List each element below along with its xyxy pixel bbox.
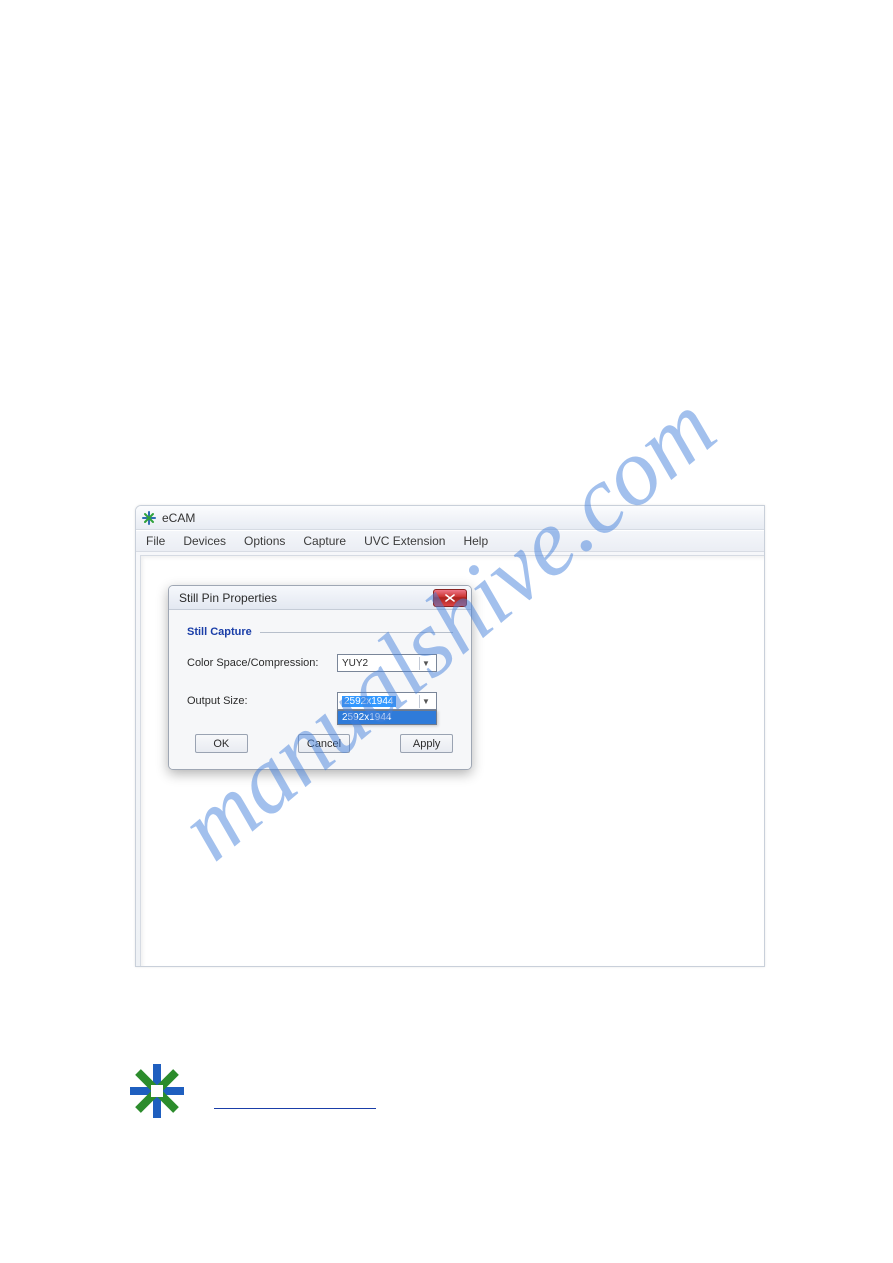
- menu-devices[interactable]: Devices: [183, 534, 226, 548]
- ok-button[interactable]: OK: [195, 734, 248, 753]
- ecam-title: eCAM: [162, 511, 195, 525]
- chevron-down-icon: ▼: [419, 695, 432, 708]
- label-color-space: Color Space/Compression:: [187, 657, 337, 669]
- page-footer: [128, 1062, 376, 1120]
- ecam-menubar: File Devices Options Capture UVC Extensi…: [136, 530, 764, 552]
- menu-uvc-extension[interactable]: UVC Extension: [364, 534, 445, 548]
- ecam-titlebar: eCAM: [136, 506, 764, 530]
- close-icon: [445, 594, 455, 602]
- dropdown-color-space-value: YUY2: [342, 658, 368, 669]
- dropdown-output-size-option[interactable]: 2592x1944: [338, 711, 436, 724]
- dialog-titlebar: Still Pin Properties: [169, 586, 471, 610]
- row-output-size: Output Size: 2592x1944 ▼ 2592x1944: [187, 692, 453, 710]
- ecam-window: eCAM File Devices Options Capture UVC Ex…: [135, 505, 765, 967]
- menu-capture[interactable]: Capture: [303, 534, 346, 548]
- menu-options[interactable]: Options: [244, 534, 285, 548]
- group-title: Still Capture: [187, 626, 252, 638]
- cancel-button[interactable]: Cancel: [298, 734, 351, 753]
- dialog-title: Still Pin Properties: [179, 591, 277, 605]
- dropdown-output-size[interactable]: 2592x1944 ▼: [337, 692, 437, 710]
- menu-help[interactable]: Help: [463, 534, 488, 548]
- footer-link-underline[interactable]: [214, 1108, 376, 1109]
- dialog-body: Still Capture Color Space/Compression: Y…: [169, 610, 471, 769]
- dialog-buttons: OK Cancel Apply: [187, 734, 453, 753]
- footer-logo-icon: [128, 1062, 186, 1120]
- group-header: Still Capture: [187, 626, 453, 638]
- dropdown-color-space[interactable]: YUY2 ▼: [337, 654, 437, 672]
- dialog-close-button[interactable]: [433, 589, 467, 607]
- still-pin-properties-dialog: Still Pin Properties Still Capture Color…: [168, 585, 472, 770]
- group-divider: [260, 632, 453, 633]
- row-color-space: Color Space/Compression: YUY2 ▼: [187, 654, 453, 672]
- dropdown-output-size-value: 2592x1944: [342, 696, 396, 707]
- ecam-app-icon: [142, 511, 156, 525]
- apply-button[interactable]: Apply: [400, 734, 453, 753]
- dropdown-output-size-list: 2592x1944: [337, 710, 437, 725]
- label-output-size: Output Size:: [187, 695, 337, 707]
- menu-file[interactable]: File: [146, 534, 165, 548]
- chevron-down-icon: ▼: [419, 657, 432, 670]
